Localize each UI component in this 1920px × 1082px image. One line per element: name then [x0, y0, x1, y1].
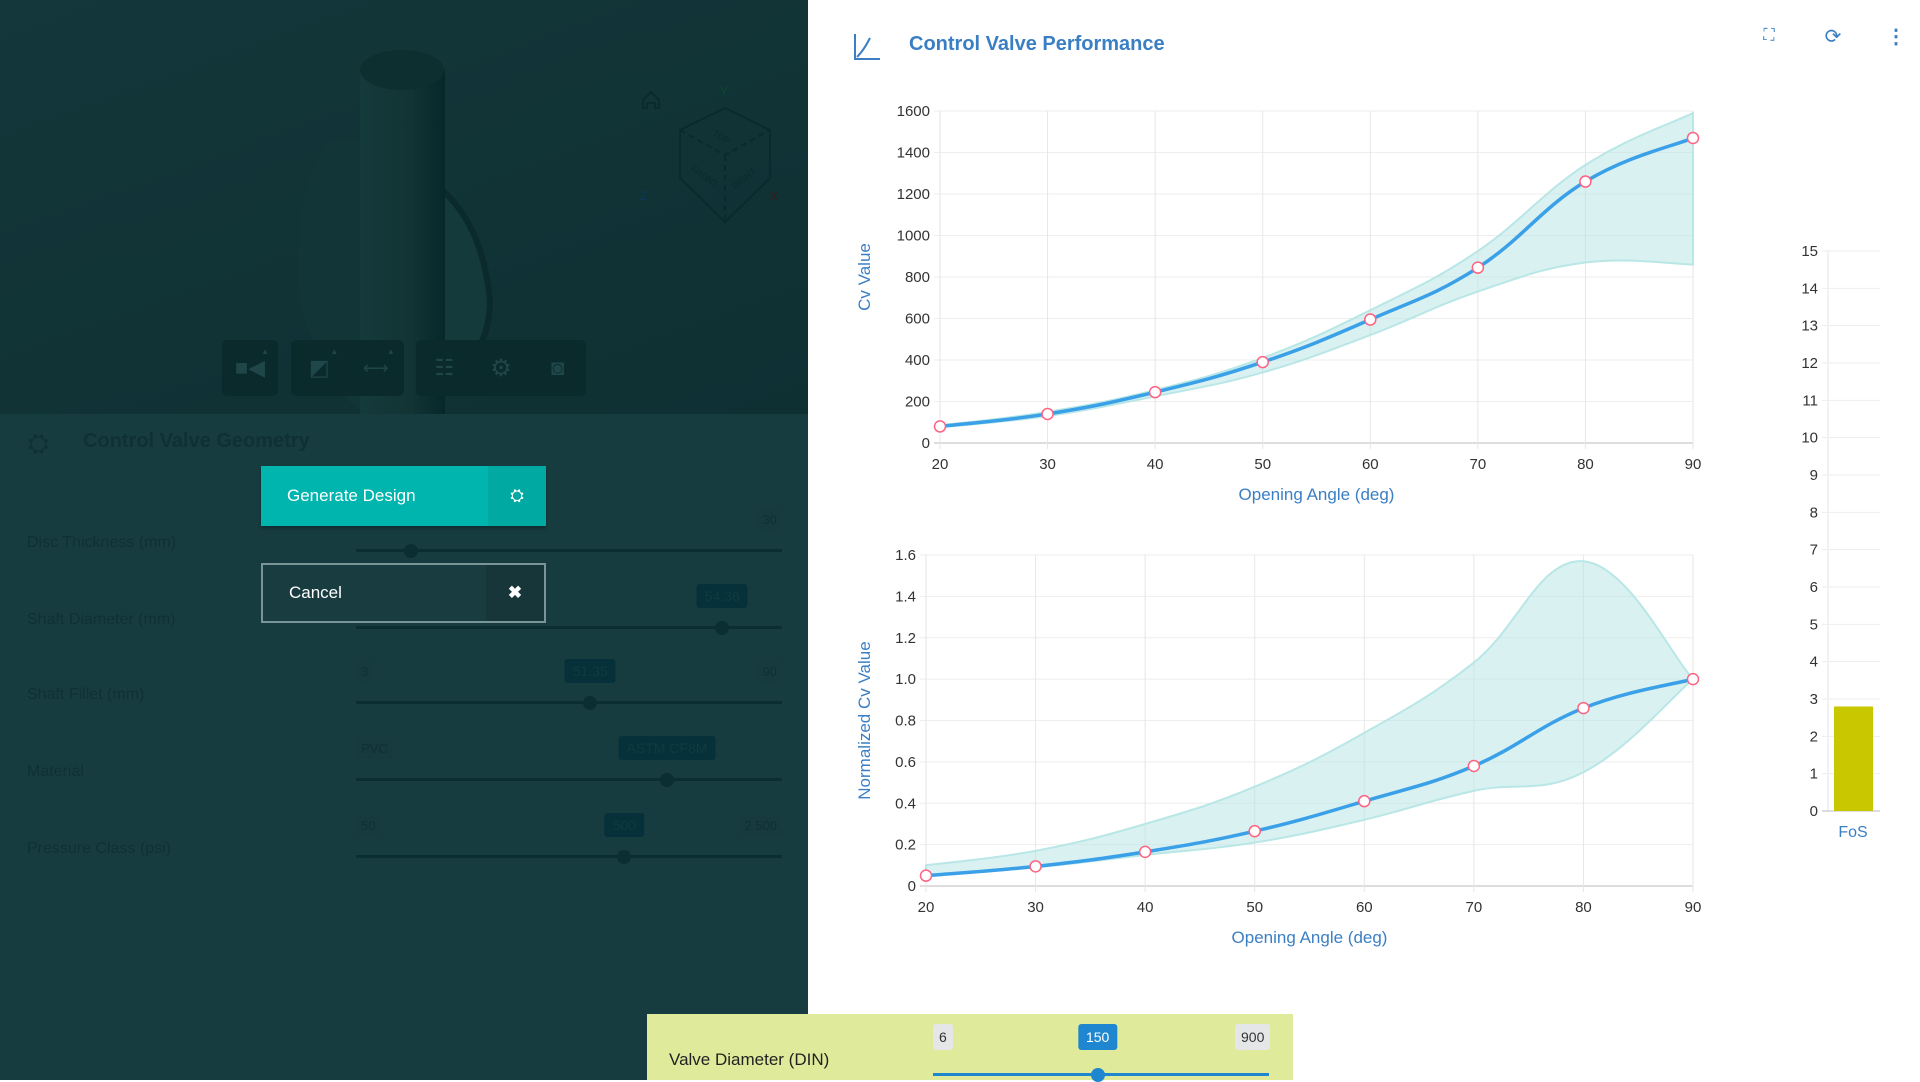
y-tick-label: 12 — [1801, 355, 1818, 372]
y-tick-label: 0 — [908, 878, 916, 895]
y-tick-label: 1600 — [897, 103, 930, 120]
x-tick-label: 80 — [1575, 899, 1592, 916]
data-point — [1358, 794, 1371, 808]
y-tick-label: 400 — [905, 352, 930, 369]
x-tick-label: 20 — [918, 899, 935, 916]
y-tick-label: 1400 — [897, 145, 930, 162]
data-point — [1686, 672, 1700, 686]
y-tick-label: 0 — [922, 435, 930, 452]
y-tick-label: 5 — [1810, 616, 1818, 633]
y-axis-label: Normalized Cv Value — [855, 641, 874, 799]
y-tick-label: 8 — [1810, 504, 1818, 521]
data-point — [1256, 355, 1269, 369]
x-tick-label: 50 — [1254, 456, 1271, 473]
fos-chart: 0123456789101112131415FoS — [1801, 243, 1880, 841]
x-tick-label: 60 — [1356, 899, 1373, 916]
y-tick-label: 7 — [1810, 542, 1818, 559]
y-tick-label: 15 — [1801, 243, 1818, 260]
valve-diameter-label: Valve Diameter (DIN) — [669, 1050, 830, 1069]
valve-max: 900 — [1235, 1024, 1271, 1050]
y-tick-label: 11 — [1802, 392, 1818, 409]
y-tick-label: 1000 — [897, 228, 930, 245]
y-tick-label: 3 — [1810, 691, 1818, 708]
y-tick-label: 1.6 — [895, 547, 916, 564]
data-point — [1248, 824, 1261, 838]
data-point — [919, 869, 933, 882]
y-tick-label: 6 — [1810, 579, 1818, 596]
data-point — [1471, 261, 1485, 274]
x-tick-label: 90 — [1685, 899, 1702, 916]
x-tick-label: 90 — [1685, 456, 1702, 473]
y-tick-label: 4 — [1810, 654, 1818, 671]
x-tick-label: 30 — [1027, 899, 1044, 916]
y-tick-label: 200 — [905, 394, 930, 411]
data-point — [1579, 175, 1592, 188]
y-tick-label: 0 — [1810, 803, 1818, 820]
chart-1: 0 200 400 600 800 1000 1200 1400 1600 20 30 40 50 60 7… — [855, 103, 1701, 504]
data-point — [933, 420, 947, 433]
performance-charts: 0200400600800100012001400160020 30 40 50 60 7… — [855, 103, 1880, 947]
y-tick-label: 1.4 — [895, 588, 916, 605]
x-tick-label: 20 — [932, 456, 949, 473]
y-tick-label: 600 — [905, 311, 930, 328]
uncertainty-band — [925, 560, 1695, 877]
data-point — [1041, 407, 1054, 421]
valve-min: 6 — [933, 1024, 953, 1050]
y-tick-label: 0.4 — [895, 795, 916, 812]
y-tick-label: 0.2 — [895, 837, 916, 854]
x-tick-label: 60 — [1362, 456, 1379, 473]
x-tick-label: 70 — [1466, 899, 1483, 916]
uncertainty-band — [939, 111, 1694, 429]
data-point — [1148, 385, 1162, 399]
data-point — [1577, 701, 1590, 715]
data-point — [1029, 860, 1042, 873]
y-tick-label: 9 — [1810, 467, 1818, 484]
y-tick-label: 800 — [905, 269, 930, 286]
x-tick-label: 80 — [1577, 456, 1594, 473]
data-point — [1467, 759, 1481, 773]
y-tick-label: 10 — [1801, 430, 1818, 447]
chart-2: 0 0.2 0.4 0.6 0.8 1.0 1.2 1.4 1.6 20 30 40 50 60 70 80 9… — [855, 547, 1701, 947]
y-tick-label: 1.0 — [895, 671, 916, 688]
x-tick-label: 70 — [1470, 456, 1487, 473]
y-tick-label: 1 — [1810, 766, 1818, 783]
x-tick-label: 40 — [1137, 899, 1154, 916]
y-tick-label: 14 — [1801, 280, 1818, 297]
x-tick-label: 30 — [1039, 456, 1056, 473]
x-axis-label: Opening Angle (deg) — [1239, 485, 1395, 504]
y-tick-label: 1.2 — [895, 630, 916, 647]
valve-diameter-panel: Valve Diameter (DIN) 6 900 150 — [647, 1014, 1293, 1082]
y-tick-label: 0.8 — [895, 713, 916, 730]
x-axis-label: Opening Angle (deg) — [1232, 928, 1388, 947]
y-tick-label: 0.6 — [895, 754, 916, 771]
fos-bar — [1834, 706, 1873, 811]
y-tick-label: 2 — [1810, 728, 1818, 745]
fos-category-label: FoS — [1838, 824, 1867, 841]
x-tick-label: 40 — [1147, 456, 1164, 473]
y-tick-label: 1200 — [897, 186, 930, 203]
data-point — [1364, 313, 1377, 326]
y-tick-label: 13 — [1801, 318, 1818, 335]
data-point — [1686, 131, 1700, 145]
x-tick-label: 50 — [1246, 899, 1263, 916]
data-point — [1138, 845, 1152, 859]
valve-value-bubble: 150 — [1077, 1024, 1118, 1050]
y-axis-label: Cv Value — [855, 243, 874, 311]
